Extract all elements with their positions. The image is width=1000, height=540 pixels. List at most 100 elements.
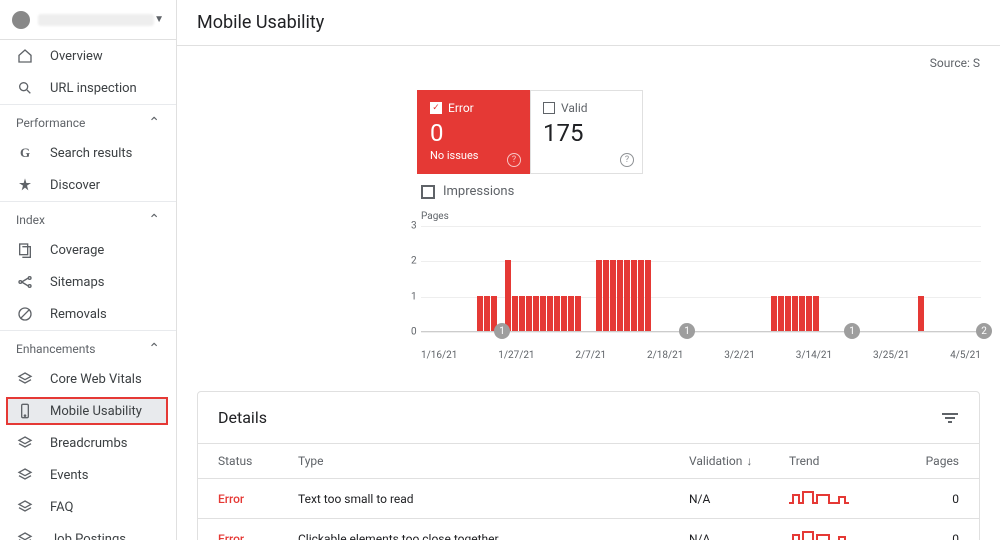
row-trend (789, 489, 899, 508)
nav-overview[interactable]: Overview (0, 40, 176, 72)
annotation-badge[interactable]: 1 (679, 323, 695, 339)
row-trend (789, 529, 899, 540)
chart-bar (610, 260, 616, 331)
xtick: 4/5/21 (950, 350, 981, 361)
nav-breadcrumbs[interactable]: Breadcrumbs (0, 427, 176, 459)
nav-removals[interactable]: Removals (0, 298, 176, 330)
nav-core web vitals[interactable]: Core Web Vitals (0, 363, 176, 395)
col-pages[interactable]: Pages (899, 454, 959, 468)
checkbox-icon (421, 185, 435, 199)
checkbox-icon (543, 102, 555, 114)
nav-search results[interactable]: GSearch results (0, 137, 176, 169)
chart-bar (771, 296, 777, 331)
col-trend[interactable]: Trend (789, 454, 899, 468)
help-icon[interactable]: ? (507, 153, 521, 167)
trend-sparkline (789, 489, 849, 505)
chart-bar (785, 296, 791, 331)
nav-job postings[interactable]: Job Postings (0, 523, 176, 540)
impressions-toggle[interactable]: Impressions (421, 184, 980, 199)
nav-group-enhancements[interactable]: Enhancements⌃ (0, 331, 176, 363)
row-type: Text too small to read (298, 492, 689, 506)
filter-icon[interactable] (941, 409, 959, 427)
chart-bar (547, 296, 553, 331)
table-row[interactable]: ErrorClickable elements too close togeth… (198, 518, 979, 540)
status-cards: ✓ Error 0 No issues ? Valid 175 ? (417, 90, 980, 174)
layers-icon (16, 434, 34, 452)
annotation-badge[interactable]: 2 (976, 323, 992, 339)
chart-bar (533, 296, 539, 331)
pages-icon (16, 241, 34, 259)
source-label: Source: S (177, 46, 1000, 70)
chart-bar (645, 260, 651, 331)
chevron-up-icon: ⌃ (148, 115, 160, 131)
chevron-up-icon: ⌃ (148, 341, 160, 357)
chart-bar (505, 260, 511, 331)
nav-label: Overview (50, 49, 160, 64)
xtick: 1/27/21 (498, 350, 534, 361)
error-card[interactable]: ✓ Error 0 No issues ? (417, 90, 530, 174)
ytick: 1 (411, 291, 417, 302)
chart-bar (484, 296, 490, 331)
nav-url inspection[interactable]: URL inspection (0, 72, 176, 104)
nav-faq[interactable]: FAQ (0, 491, 176, 523)
annotation-badge[interactable]: 1 (844, 323, 860, 339)
card-label: Valid (561, 101, 588, 115)
nav-mobile usability[interactable]: Mobile Usability (6, 397, 168, 425)
xtick: 1/16/21 (421, 350, 457, 361)
col-validation[interactable]: Validation ↓ (689, 454, 789, 468)
checkbox-checked-icon: ✓ (430, 102, 442, 114)
chart-bar (568, 296, 574, 331)
row-pages: 0 (899, 492, 959, 506)
chart-bar (638, 260, 644, 331)
chart-bar (624, 260, 630, 331)
nav-events[interactable]: Events (0, 459, 176, 491)
trend-sparkline (789, 529, 849, 540)
chart-bar (540, 296, 546, 331)
col-type[interactable]: Type (298, 454, 689, 468)
nav-label: Mobile Usability (50, 404, 158, 419)
annotation-badge[interactable]: 1 (494, 323, 510, 339)
arrow-down-icon: ↓ (746, 454, 752, 468)
nav-label: Removals (50, 307, 160, 322)
sidebar: ▼ Overview URL inspection Performance⌃GSe… (0, 0, 177, 540)
nav-discover[interactable]: Discover (0, 169, 176, 201)
nav-coverage[interactable]: Coverage (0, 234, 176, 266)
chevron-up-icon: ⌃ (148, 212, 160, 228)
error-subtitle: No issues (430, 149, 517, 162)
caret-down-icon: ▼ (154, 14, 164, 25)
xtick: 2/18/21 (647, 350, 683, 361)
nav-group-index[interactable]: Index⌃ (0, 202, 176, 234)
nav-group-performance[interactable]: Performance⌃ (0, 105, 176, 137)
col-status[interactable]: Status (218, 454, 298, 468)
impressions-label: Impressions (443, 184, 514, 199)
account-switcher[interactable]: ▼ (0, 0, 176, 40)
sitemap-icon (16, 273, 34, 291)
nav-sitemaps[interactable]: Sitemaps (0, 266, 176, 298)
row-pages: 0 (899, 532, 959, 540)
table-row[interactable]: ErrorText too small to readN/A0 (198, 478, 979, 518)
error-count: 0 (430, 119, 517, 147)
ytick: 3 (411, 221, 417, 232)
chart-bar (918, 296, 924, 331)
details-title: Details (218, 408, 267, 427)
pages-chart: Pages 0123 1112 1/16/211/27/212/7/212/18… (421, 211, 980, 361)
ytick: 2 (411, 256, 417, 267)
row-status: Error (218, 492, 298, 506)
home-icon (16, 47, 34, 65)
help-icon[interactable]: ? (620, 153, 634, 167)
nav-label: Job Postings (50, 532, 160, 540)
valid-card[interactable]: Valid 175 ? (530, 90, 643, 174)
chart-bar (561, 296, 567, 331)
card-label: Error (448, 101, 474, 115)
nav-label: Events (50, 468, 160, 483)
layers-icon (16, 466, 34, 484)
layers-icon (16, 530, 34, 540)
nav-label: Discover (50, 178, 160, 193)
main-content: Mobile Usability Source: S ✓Error 0 No i… (177, 0, 1000, 540)
mobile-icon (16, 402, 34, 420)
xtick: 2/7/21 (575, 350, 606, 361)
chart-bar (554, 296, 560, 331)
row-type: Clickable elements too close together (298, 532, 689, 540)
nav-label: FAQ (50, 500, 160, 515)
xtick: 3/2/21 (724, 350, 755, 361)
